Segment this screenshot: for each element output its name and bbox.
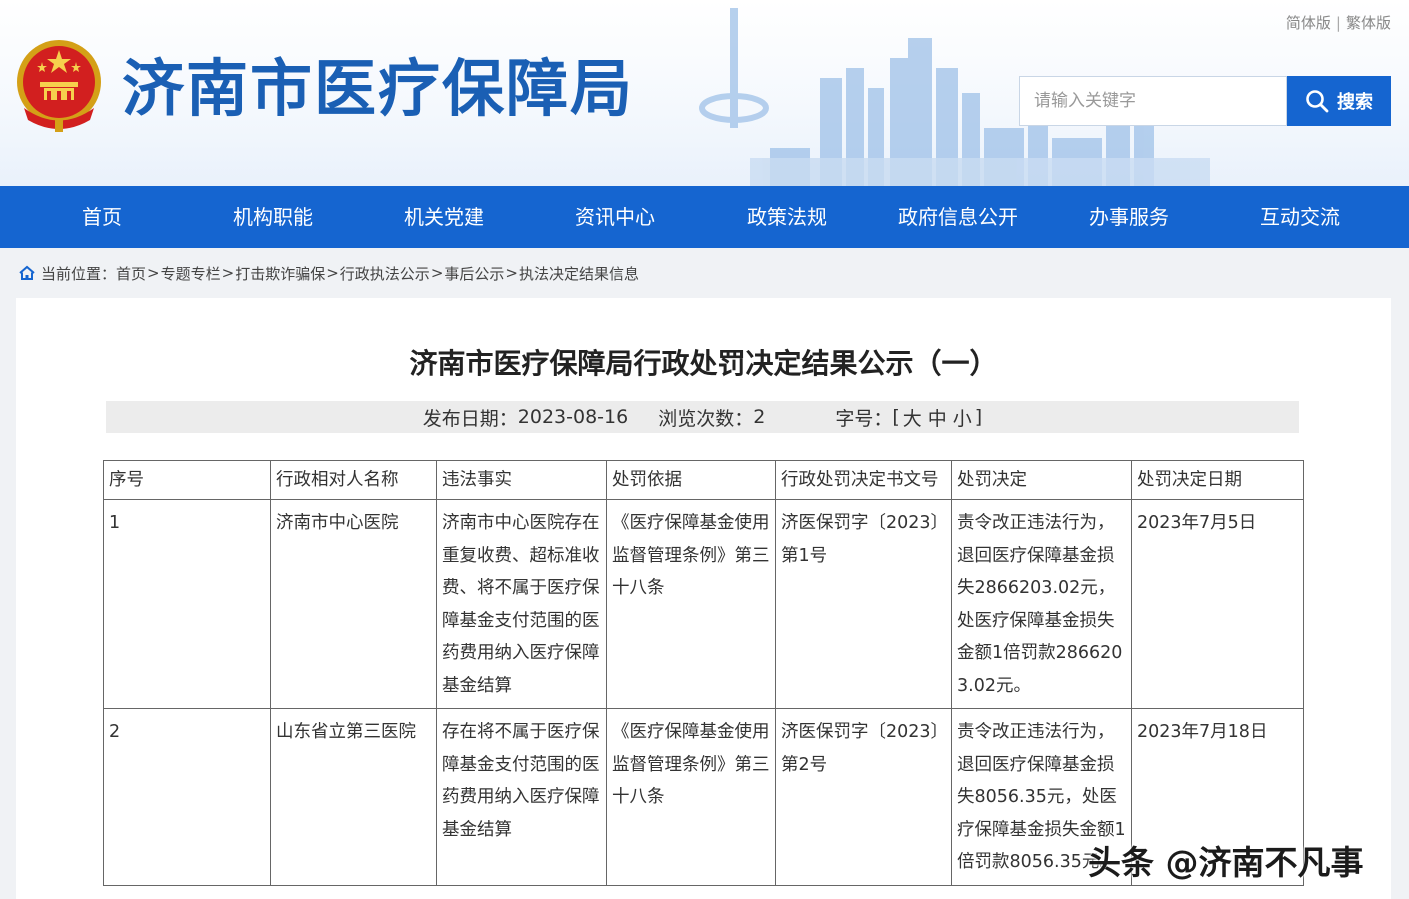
penalty-table: 序号 行政相对人名称 违法事实 处罚依据 行政处罚决定书文号 处罚决定 处罚决定… (103, 460, 1304, 886)
header-cell-decision-date: 处罚决定日期 (1131, 460, 1304, 500)
nav-item-news-center[interactable]: 资讯中心 (575, 186, 655, 248)
search-icon (1306, 90, 1329, 113)
header-cell-decision: 处罚决定 (951, 460, 1132, 500)
nav-item-policies[interactable]: 政策法规 (747, 186, 827, 248)
font-size-medium-button[interactable]: 中 (928, 404, 947, 431)
site-title: 济南市医疗保障局 (122, 52, 635, 125)
national-emblem-icon (17, 40, 101, 132)
table-cell-index: 2 (103, 708, 271, 886)
language-switch: 简体版 | 繁体版 (1286, 12, 1391, 33)
font-size-bracket-close: ] (974, 406, 983, 428)
nav-item-party-building[interactable]: 机关党建 (404, 186, 484, 248)
breadcrumb-enforcement[interactable]: 行政执法公示 (340, 263, 430, 284)
font-size-large-button[interactable]: 大 (903, 404, 922, 431)
breadcrumb-separator: > (147, 264, 160, 282)
view-count: 2 (753, 406, 766, 428)
nav-item-services[interactable]: 办事服务 (1089, 186, 1169, 248)
nav-item-institution[interactable]: 机构职能 (233, 186, 313, 248)
main-nav: 首页 机构职能 机关党建 资讯中心 政策法规 政府信息公开 办事服务 互动交流 (0, 186, 1409, 248)
header-cell-party-name: 行政相对人名称 (270, 460, 437, 500)
watermark: 头条 @济南不凡事 (1088, 843, 1364, 882)
header-cell-facts: 违法事实 (436, 460, 607, 500)
table-cell-basis: 《医疗保障基金使用监督管理条例》第三十八条 (606, 499, 776, 709)
table-cell-document-no: 济医保罚字〔2023〕第1号 (775, 499, 952, 709)
breadcrumb-special-topics[interactable]: 专题专栏 (161, 263, 221, 284)
breadcrumb-separator: > (326, 264, 339, 282)
font-size-bracket-open: [ (892, 406, 900, 428)
table-row: 1 济南市中心医院 济南市中心医院存在重复收费、超标准收费、将不属于医疗保障基金… (103, 499, 1304, 709)
breadcrumb-separator: > (430, 264, 444, 282)
font-size-small-button[interactable]: 小 (953, 404, 972, 431)
nav-item-home[interactable]: 首页 (82, 186, 122, 248)
article-title: 济南市医疗保障局行政处罚决定结果公示（一） (409, 347, 998, 380)
site-header: 济南市医疗保障局 简体版 | 繁体版 请输入关键字 搜索 (0, 0, 1409, 186)
article-meta-bar: 发布日期： 2023-08-16 浏览次数： 2 字号： [ 大 中 小 ] (106, 401, 1299, 433)
table-header-row: 序号 行政相对人名称 违法事实 处罚依据 行政处罚决定书文号 处罚决定 处罚决定… (103, 460, 1304, 500)
home-icon (19, 265, 35, 280)
simplified-chinese-link[interactable]: 简体版 (1286, 14, 1331, 32)
breadcrumb-separator: > (221, 264, 235, 282)
traditional-chinese-link[interactable]: 繁体版 (1346, 14, 1391, 32)
article-panel: 济南市医疗保障局行政处罚决定结果公示（一） 发布日期： 2023-08-16 浏… (16, 298, 1391, 899)
table-cell-party-name: 山东省立第三医院 (270, 708, 437, 886)
publish-date-label: 发布日期： (422, 407, 518, 430)
header-cell-index: 序号 (103, 460, 271, 500)
table-cell-party-name: 济南市中心医院 (270, 499, 437, 709)
table-cell-decision: 责令改正违法行为，退回医疗保障基金损失2866203.02元，处医疗保障基金损失… (951, 499, 1132, 709)
view-count-label: 浏览次数： (658, 407, 754, 430)
search-button[interactable]: 搜索 (1287, 76, 1391, 126)
breadcrumb-post-disclosure[interactable]: 事后公示 (444, 263, 504, 284)
table-cell-basis: 《医疗保障基金使用监督管理条例》第三十八条 (606, 708, 776, 886)
table-cell-decision-date: 2023年7月5日 (1131, 499, 1304, 709)
publish-date: 2023-08-16 (517, 406, 629, 428)
breadcrumb-decision-results[interactable]: 执法决定结果信息 (519, 263, 639, 284)
table-cell-facts: 存在将不属于医疗保障基金支付范围的医药费用纳入医疗保障基金结算 (436, 708, 607, 886)
search-button-label: 搜索 (1337, 92, 1373, 113)
breadcrumb-home[interactable]: 首页 (116, 263, 146, 284)
breadcrumb-anti-fraud[interactable]: 打击欺诈骗保 (235, 263, 325, 284)
nav-item-interaction[interactable]: 互动交流 (1260, 186, 1340, 248)
language-separator: | (1335, 14, 1341, 32)
font-size-label: 字号： (835, 407, 893, 430)
search-input[interactable] (1020, 77, 1286, 125)
header-cell-document-no: 行政处罚决定书文号 (775, 460, 952, 500)
breadcrumb-prefix: 当前位置： (41, 264, 117, 283)
breadcrumb-separator: > (505, 264, 518, 282)
nav-item-gov-info[interactable]: 政府信息公开 (898, 186, 1018, 248)
table-cell-index: 1 (103, 499, 271, 709)
breadcrumb: 当前位置： 首页 > 专题专栏 > 打击欺诈骗保 > 行政执法公示 > 事后公示… (18, 262, 639, 284)
search-box (1019, 76, 1287, 126)
header-cell-basis: 处罚依据 (606, 460, 776, 500)
table-cell-document-no: 济医保罚字〔2023〕第2号 (775, 708, 952, 886)
table-cell-facts: 济南市中心医院存在重复收费、超标准收费、将不属于医疗保障基金支付范围的医药费用纳… (436, 499, 607, 709)
